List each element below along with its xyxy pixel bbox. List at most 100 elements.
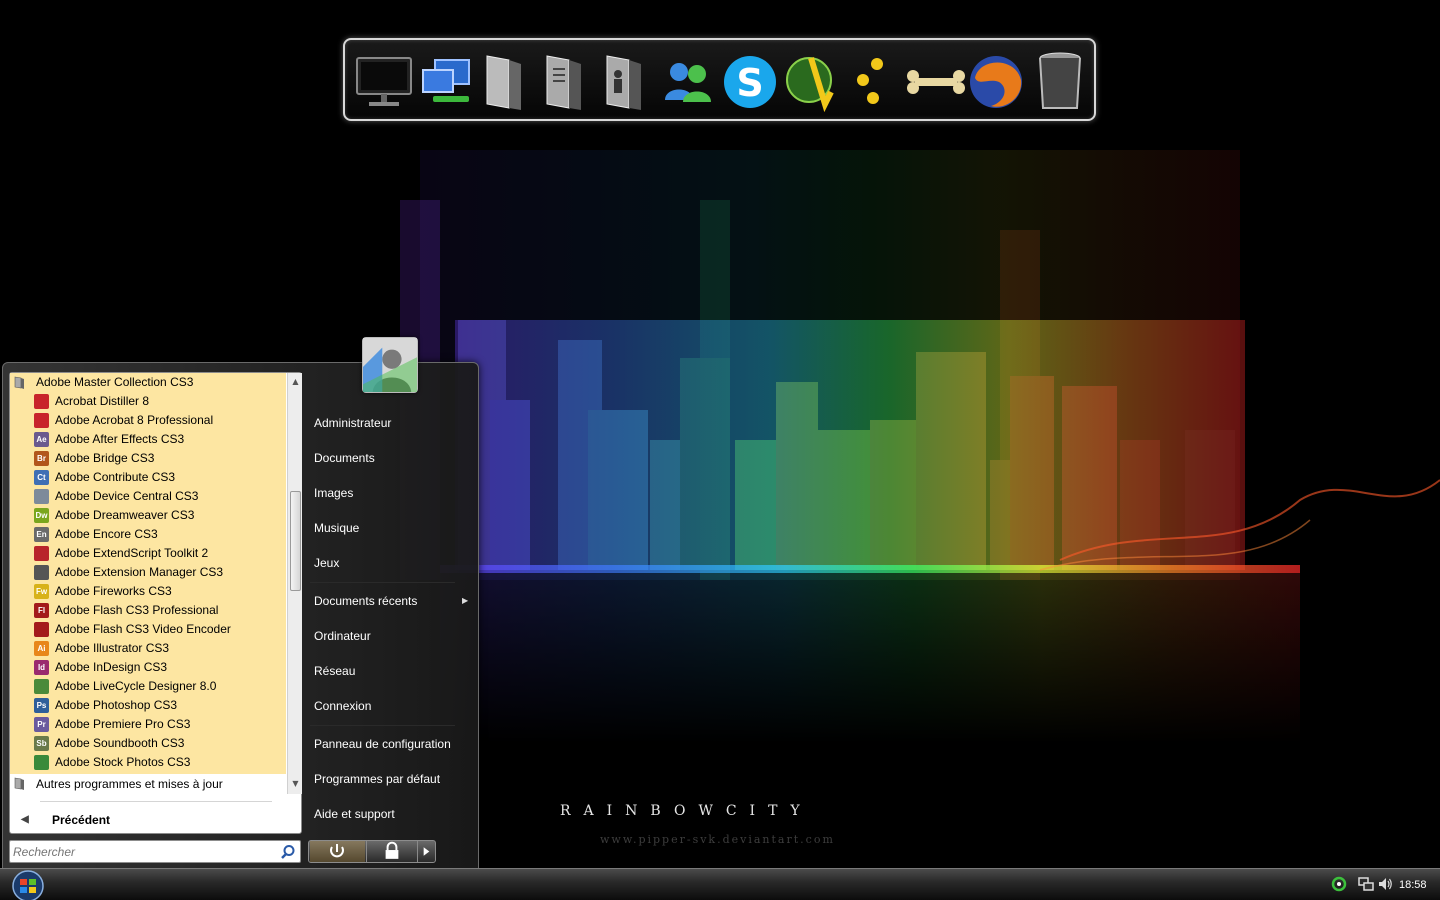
program-label: Adobe Master Collection CS3 (36, 375, 194, 389)
recent-documents-link[interactable]: Documents récents ▶ (314, 590, 474, 612)
documents-link[interactable]: Documents (314, 447, 474, 469)
network-tray-icon[interactable] (1358, 876, 1374, 892)
program-list-scrollbar[interactable]: ▲ ▼ (287, 373, 302, 794)
other-programs-item[interactable]: Autres programmes et mises à jour (10, 774, 286, 794)
program-label: Adobe LiveCycle Designer 8.0 (55, 679, 217, 693)
scroll-up-icon[interactable]: ▲ (290, 375, 301, 389)
search-input[interactable] (13, 843, 273, 861)
program-folder-item[interactable]: Adobe Master Collection CS3 (10, 373, 286, 392)
volume-icon[interactable] (1377, 876, 1393, 892)
svg-text:S: S (736, 61, 763, 105)
scroll-down-icon[interactable]: ▼ (290, 777, 301, 791)
control-panel-link[interactable]: Panneau de configuration (314, 733, 474, 755)
network-link[interactable]: Réseau (314, 660, 474, 682)
program-label: Adobe Stock Photos CS3 (55, 755, 191, 769)
connect-link[interactable]: Connexion (314, 695, 474, 717)
program-list-item[interactable]: Pr Adobe Premiere Pro CS3 (10, 715, 286, 734)
music-link[interactable]: Musique (314, 517, 474, 539)
search-icon[interactable] (280, 844, 296, 860)
program-list-item[interactable]: Dw Adobe Dreamweaver CS3 (10, 506, 286, 525)
other-programs-label: Autres programmes et mises à jour (36, 777, 223, 791)
program-label: Adobe Premiere Pro CS3 (55, 717, 191, 731)
program-label: Adobe Acrobat 8 Professional (55, 413, 214, 427)
program-list-item[interactable]: Ae Adobe After Effects CS3 (10, 430, 286, 449)
windows-orb-icon (12, 870, 44, 900)
lock-button[interactable] (366, 841, 416, 862)
folder-icon[interactable] (475, 48, 537, 114)
pane-divider (40, 801, 272, 802)
games-link[interactable]: Jeux (314, 552, 474, 574)
program-label: Adobe Bridge CS3 (55, 451, 155, 465)
wallpaper-url: www.pipper-svk.deviantart.com (600, 833, 835, 846)
program-label: Adobe Contribute CS3 (55, 470, 176, 484)
computer-link[interactable]: Ordinateur (314, 625, 474, 647)
program-list-item[interactable]: Adobe ExtendScript Toolkit 2 (10, 544, 286, 563)
flash-icon: Fl (34, 603, 49, 618)
wallpaper-title: RAINBOWCITY (560, 803, 813, 819)
indesign-icon: Id (34, 660, 49, 675)
power-button[interactable] (310, 841, 365, 862)
program-list-item[interactable]: En Adobe Encore CS3 (10, 525, 286, 544)
back-button[interactable]: ◀ Précédent (10, 809, 210, 831)
browser-globe-icon[interactable] (781, 48, 843, 114)
network-icon[interactable] (417, 48, 479, 114)
program-label: Adobe Flash CS3 Professional (55, 603, 219, 617)
program-list: Adobe Master Collection CS3 Acrobat Disti… (10, 373, 286, 774)
acrobat-distiller-icon (34, 394, 49, 409)
program-list-item[interactable]: Adobe Device Central CS3 (10, 487, 286, 506)
program-list-item[interactable]: Fl Adobe Flash CS3 Professional (10, 601, 286, 620)
extension-manager-icon (34, 565, 49, 580)
help-support-link[interactable]: Aide et support (314, 803, 474, 825)
user-folder-icon[interactable] (595, 48, 657, 114)
illustrator-icon: Ai (34, 641, 49, 656)
program-list-item[interactable]: Br Adobe Bridge CS3 (10, 449, 286, 468)
search-box (9, 840, 301, 863)
images-link[interactable]: Images (314, 482, 474, 504)
taskbar-clock[interactable]: 18:58 (1399, 877, 1433, 893)
program-list-item[interactable]: Adobe LiveCycle Designer 8.0 (10, 677, 286, 696)
power-buttons (308, 840, 436, 863)
program-list-item[interactable]: Adobe Acrobat 8 Professional (10, 411, 286, 430)
program-list-item[interactable]: Adobe Extension Manager CS3 (10, 563, 286, 582)
program-list-item[interactable]: Ps Adobe Photoshop CS3 (10, 696, 286, 715)
program-list-item[interactable]: Adobe Stock Photos CS3 (10, 753, 286, 772)
status-ring-icon[interactable] (1331, 876, 1347, 892)
program-list-item[interactable]: Sb Adobe Soundbooth CS3 (10, 734, 286, 753)
messenger-icon[interactable] (657, 48, 719, 114)
start-button[interactable] (7, 870, 49, 900)
program-list-item[interactable]: Acrobat Distiller 8 (10, 392, 286, 411)
programs-pane: Adobe Master Collection CS3 Acrobat Disti… (9, 372, 302, 834)
program-list-item[interactable]: Id Adobe InDesign CS3 (10, 658, 286, 677)
firefox-icon[interactable] (965, 48, 1027, 114)
program-label: Adobe ExtendScript Toolkit 2 (55, 546, 209, 560)
lock-icon (385, 841, 399, 859)
folder-icon (14, 376, 24, 389)
program-list-item[interactable]: Ct Adobe Contribute CS3 (10, 468, 286, 487)
shutdown-options-button[interactable] (417, 841, 435, 862)
trash-icon[interactable] (1029, 48, 1091, 114)
monitor-icon[interactable] (353, 48, 415, 114)
program-list-item[interactable]: Ai Adobe Illustrator CS3 (10, 639, 286, 658)
program-list-item[interactable]: Adobe Flash CS3 Video Encoder (10, 620, 286, 639)
taskbar: 18:58 (0, 868, 1440, 900)
program-label: Adobe Device Central CS3 (55, 489, 199, 503)
program-label: Adobe After Effects CS3 (55, 432, 185, 446)
program-label: Acrobat Distiller 8 (55, 394, 150, 408)
default-programs-link[interactable]: Programmes par défaut (314, 768, 474, 790)
scrollbar-thumb[interactable] (290, 491, 301, 591)
documents-folder-icon[interactable] (535, 48, 597, 114)
acrobat-icon (34, 413, 49, 428)
program-list-item[interactable]: Fw Adobe Fireworks CS3 (10, 582, 286, 601)
power-icon (310, 841, 365, 862)
user-name-link[interactable]: Administrateur (314, 412, 474, 434)
back-arrow-icon: ◀ (21, 814, 29, 825)
program-label: Adobe Soundbooth CS3 (55, 736, 185, 750)
bone-icon[interactable] (905, 48, 967, 114)
program-label: Adobe Photoshop CS3 (55, 698, 178, 712)
user-picture[interactable] (362, 337, 418, 393)
start-menu: Adobe Master Collection CS3 Acrobat Disti… (2, 337, 479, 869)
flash-encoder-icon (34, 622, 49, 637)
skype-icon[interactable]: S (719, 48, 781, 114)
three-dots-icon[interactable] (845, 48, 907, 114)
icon-dock: S (343, 38, 1096, 121)
